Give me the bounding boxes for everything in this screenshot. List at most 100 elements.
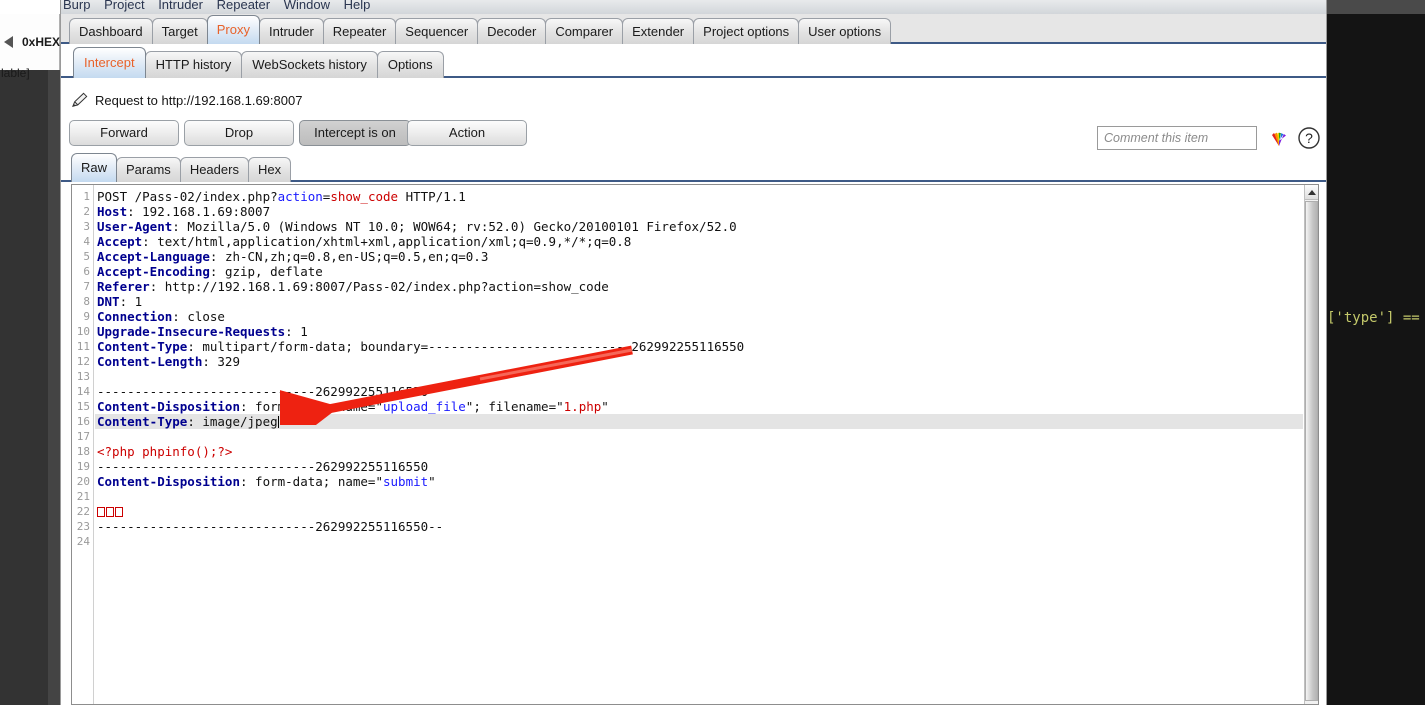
help-icon[interactable]: ? [1297, 126, 1321, 150]
code-token: : image/jpeg [187, 414, 278, 429]
line-number: 9 [83, 310, 90, 323]
code-token: Upgrade-Insecure-Requests [97, 324, 286, 339]
menu-item-project[interactable]: Project [104, 0, 144, 12]
code-token: : close [172, 309, 225, 324]
line-number-gutter: 1 2 3 4 5 6 7 8 9 10 11 12 13 14 15 16 17 18 19 20 21 22 23 24 [72, 185, 94, 704]
tab-intruder[interactable]: Intruder [258, 18, 324, 44]
pencil-icon [72, 92, 88, 107]
line-number: 4 [83, 235, 90, 248]
line-number: 21 [76, 490, 90, 503]
line-number: 17 [76, 430, 90, 443]
code-line[interactable]: DNT: 1 [97, 294, 142, 309]
code-token: submit [383, 474, 429, 489]
line-number: 14 [76, 385, 90, 398]
request-editor-pane[interactable]: 1 2 3 4 5 6 7 8 9 10 11 12 13 14 15 16 17 18 19 20 21 22 23 24 … [71, 184, 1319, 705]
code-token: DNT [97, 294, 120, 309]
background-editor-code-text: ['type'] == [1327, 310, 1420, 326]
request-target-label: Request to http://192.168.1.69:8007 [95, 93, 303, 108]
forward-button[interactable]: Forward [69, 120, 179, 146]
code-line[interactable]: POST /Pass-02/index.php?action=show_code… [97, 189, 466, 204]
code-line[interactable]: -----------------------------26299225511… [97, 459, 428, 474]
tab-proxy[interactable]: Proxy [206, 15, 260, 44]
code-line[interactable]: Connection: close [97, 309, 225, 324]
fmttab-raw[interactable]: Raw [71, 153, 118, 182]
code-line[interactable]: Accept-Encoding: gzip, deflate [97, 264, 323, 279]
scroll-up-button[interactable] [1305, 185, 1318, 200]
menu-item-repeater[interactable]: Repeater [217, 0, 270, 12]
code-line[interactable]: Accept: text/html,application/xhtml+xml,… [97, 234, 631, 249]
tab-project-options[interactable]: Project options [693, 18, 800, 44]
code-token: 1.php [563, 399, 602, 414]
code-line[interactable]: Content-Type: multipart/form-data; bound… [97, 339, 744, 354]
tab-extender[interactable]: Extender [622, 18, 695, 44]
code-token: : 1 [285, 324, 308, 339]
message-format-tab-row: Raw Params Headers Hex [71, 153, 292, 182]
comment-input[interactable] [1097, 126, 1257, 150]
line-number: 1 [83, 190, 90, 203]
code-line[interactable]: Content-Disposition: form-data; name="up… [97, 399, 609, 414]
line-number: 2 [83, 205, 90, 218]
code-line[interactable]: Content-Type: image/jpeg [95, 414, 1303, 429]
code-token: Content-Disposition [97, 399, 240, 414]
code-line[interactable]: -----------------------------26299225511… [97, 519, 443, 534]
code-line[interactable]: Upgrade-Insecure-Requests: 1 [97, 324, 308, 339]
background-hex-panel[interactable]: 0xHEX lable] [0, 14, 61, 80]
line-number: 8 [83, 295, 90, 308]
tab-comparer[interactable]: Comparer [545, 18, 624, 44]
code-token: <?php phpinfo();?> [97, 444, 233, 459]
hex-panel-title: 0xHEX [22, 35, 61, 49]
menu-item-help[interactable]: Help [344, 0, 371, 12]
code-token: show_code [330, 189, 399, 204]
request-raw-text[interactable]: POST /Pass-02/index.php?action=show_code… [95, 185, 1303, 704]
fmttab-params[interactable]: Params [116, 157, 181, 182]
background-code-editor [1327, 14, 1425, 705]
menu-item-intruder[interactable]: Intruder [158, 0, 203, 12]
code-line[interactable]: <?php phpinfo();?> [97, 444, 232, 459]
code-line[interactable]: Content-Disposition: form-data; name="su… [97, 474, 436, 489]
code-line[interactable] [97, 504, 124, 519]
menu-bar: Burp Project Intruder Repeater Window He… [61, 0, 1326, 14]
subtab-http-history[interactable]: HTTP history [144, 51, 243, 78]
menu-item-window[interactable]: Window [284, 0, 330, 12]
highlighter-icon[interactable] [1267, 126, 1291, 150]
line-number: 15 [76, 400, 90, 413]
code-token: Content-Length [97, 354, 203, 369]
menu-item-burp[interactable]: Burp [63, 0, 90, 12]
code-token: : 1 [119, 294, 143, 309]
code-line[interactable]: Host: 192.168.1.69:8007 [97, 204, 270, 219]
code-line[interactable]: User-Agent: Mozilla/5.0 (Windows NT 10.0… [97, 219, 737, 234]
tab-decoder[interactable]: Decoder [477, 18, 547, 44]
code-token: Connection [97, 309, 173, 324]
line-number: 19 [76, 460, 90, 473]
background-editor-titlebar [1327, 0, 1425, 14]
tab-repeater[interactable]: Repeater [322, 18, 397, 44]
line-number: 3 [83, 220, 90, 233]
editor-vertical-scrollbar[interactable] [1304, 185, 1318, 704]
tab-user-options[interactable]: User options [798, 18, 892, 44]
tab-dashboard[interactable]: Dashboard [69, 18, 153, 44]
code-line[interactable]: Accept-Language: zh-CN,zh;q=0.8,en-US;q=… [97, 249, 488, 264]
fmttab-hex[interactable]: Hex [247, 157, 292, 182]
subtab-options[interactable]: Options [376, 51, 444, 78]
subtab-websockets-history[interactable]: WebSockets history [241, 51, 378, 78]
main-tab-bar: Dashboard Target Proxy Intruder Repeater Sequ… [61, 14, 1326, 44]
tab-sequencer[interactable]: Sequencer [395, 18, 479, 44]
code-token: HTTP/1.1 [398, 189, 466, 204]
line-number: 10 [76, 325, 90, 338]
code-token: Content-Disposition [97, 474, 240, 489]
drop-button[interactable]: Drop [184, 120, 294, 146]
intercept-toggle-button[interactable]: Intercept is on [299, 120, 411, 146]
scrollbar-thumb[interactable] [1305, 201, 1318, 701]
svg-text:?: ? [1305, 130, 1313, 146]
line-number: 24 [76, 535, 90, 548]
collapse-arrow-icon[interactable] [4, 36, 13, 48]
code-line[interactable]: Referer: http://192.168.1.69:8007/Pass-0… [97, 279, 609, 294]
subtab-intercept[interactable]: Intercept [73, 47, 146, 78]
code-line[interactable]: -----------------------------26299225511… [97, 384, 428, 399]
code-line[interactable]: Content-Length: 329 [97, 354, 240, 369]
action-button[interactable]: Action [407, 120, 527, 146]
fmttab-headers[interactable]: Headers [179, 157, 249, 182]
code-token: : form-data; name=" [240, 399, 383, 414]
tab-target[interactable]: Target [151, 18, 208, 44]
menu-bar-items: Burp Project Intruder Repeater Window He… [63, 0, 380, 12]
